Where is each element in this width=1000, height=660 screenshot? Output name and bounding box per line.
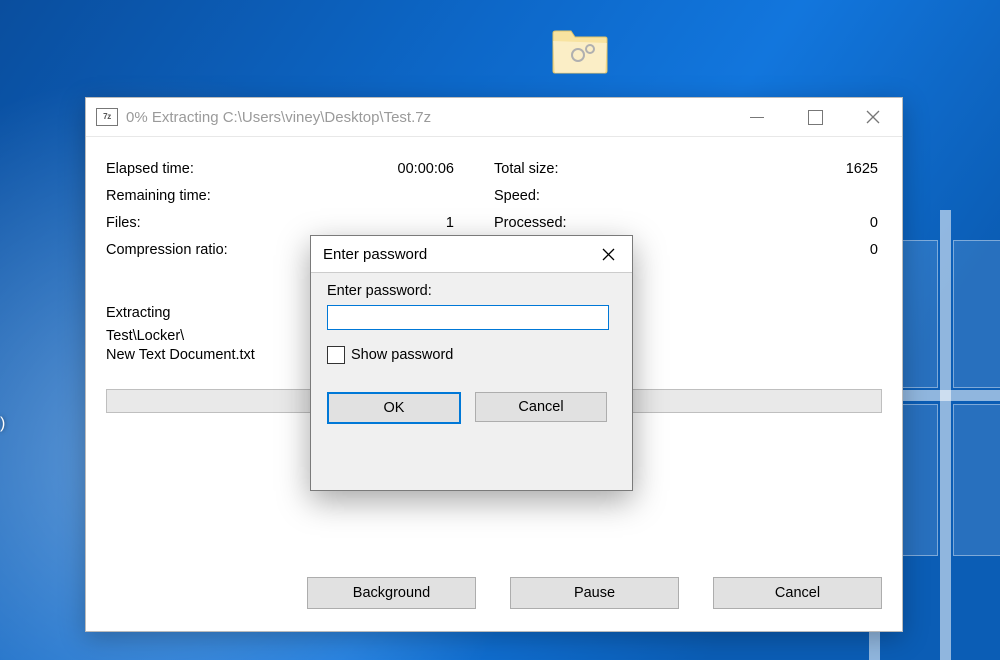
- dialog-titlebar[interactable]: Enter password: [311, 236, 632, 273]
- stat-value: 1: [446, 215, 494, 231]
- stat-label: Total size:: [494, 161, 846, 177]
- stat-row: Processed: 0: [494, 209, 882, 236]
- desktop-background: ) 7z 0% Extracting C:\Users\viney\Deskto…: [0, 0, 1000, 660]
- dialog-title: Enter password: [323, 246, 427, 263]
- pause-button[interactable]: Pause: [510, 577, 679, 609]
- window-title: 0% Extracting C:\Users\viney\Desktop\Tes…: [126, 109, 728, 126]
- stat-row: Total size: 1625: [494, 155, 882, 182]
- minimize-button[interactable]: [728, 98, 786, 136]
- decorative-pane: [953, 404, 1000, 556]
- extract-progress-window: 7z 0% Extracting C:\Users\viney\Desktop\…: [85, 97, 903, 632]
- dialog-cancel-button[interactable]: Cancel: [475, 392, 607, 422]
- stat-label: Files:: [106, 215, 446, 231]
- titlebar[interactable]: 7z 0% Extracting C:\Users\viney\Desktop\…: [86, 98, 902, 137]
- stat-label: Speed:: [494, 188, 878, 204]
- cancel-button[interactable]: Cancel: [713, 577, 882, 609]
- desktop-folder-icon[interactable]: [550, 25, 610, 75]
- stat-row: Speed:: [494, 182, 882, 209]
- password-field-label: Enter password:: [327, 283, 616, 299]
- password-input[interactable]: [327, 305, 609, 330]
- stray-text: ): [0, 415, 5, 433]
- stat-value: 1625: [846, 161, 882, 177]
- stat-label: Elapsed time:: [106, 161, 398, 177]
- dialog-close-button[interactable]: [584, 236, 632, 272]
- show-password-checkbox[interactable]: [327, 346, 345, 364]
- stat-row: Elapsed time: 00:00:06: [106, 155, 494, 182]
- app-icon: 7z: [96, 108, 118, 126]
- show-password-label[interactable]: Show password: [351, 347, 453, 363]
- decorative-shaft: [940, 210, 951, 660]
- ok-button[interactable]: OK: [327, 392, 461, 424]
- stat-label: Processed:: [494, 215, 870, 231]
- background-button[interactable]: Background: [307, 577, 476, 609]
- stat-row: Remaining time:: [106, 182, 494, 209]
- stat-row: Files: 1: [106, 209, 494, 236]
- stat-value: 0: [870, 215, 882, 231]
- stat-value: 00:00:06: [398, 161, 494, 177]
- password-dialog: Enter password Enter password: Show pass…: [310, 235, 633, 491]
- close-button[interactable]: [844, 98, 902, 136]
- maximize-button[interactable]: [786, 98, 844, 136]
- decorative-pane: [953, 240, 1000, 388]
- stat-value: 0: [870, 242, 882, 258]
- stat-label: Remaining time:: [106, 188, 454, 204]
